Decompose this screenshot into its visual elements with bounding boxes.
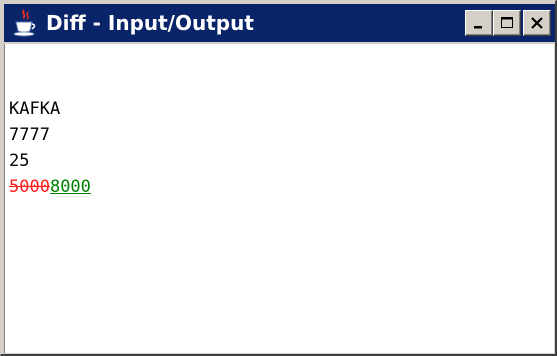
diff-changed-line: 50008000 (9, 174, 91, 200)
diff-output-area[interactable]: KAFKA 7777 25 50008000 (4, 44, 554, 353)
inserted-text: 8000 (49, 177, 91, 197)
window-controls (465, 10, 551, 36)
window-title: Diff - Input/Output (46, 11, 254, 35)
maximize-button[interactable] (493, 10, 521, 36)
title-bar[interactable]: Diff - Input/Output (4, 4, 555, 42)
diff-line: 25 (9, 151, 30, 171)
close-icon (531, 17, 543, 29)
minimize-icon (474, 26, 482, 29)
java-cup-icon[interactable] (12, 9, 38, 37)
diff-window: Diff - Input/Output KAFKA 7777 25 500080… (0, 0, 557, 356)
diff-lines: KAFKA 7777 25 50008000 (9, 96, 91, 200)
deleted-text: 5000 (9, 177, 50, 197)
maximize-icon (501, 17, 513, 28)
diff-line: 7777 (9, 125, 50, 145)
close-button[interactable] (523, 10, 551, 36)
diff-line: KAFKA (9, 99, 61, 119)
minimize-button[interactable] (465, 10, 493, 36)
